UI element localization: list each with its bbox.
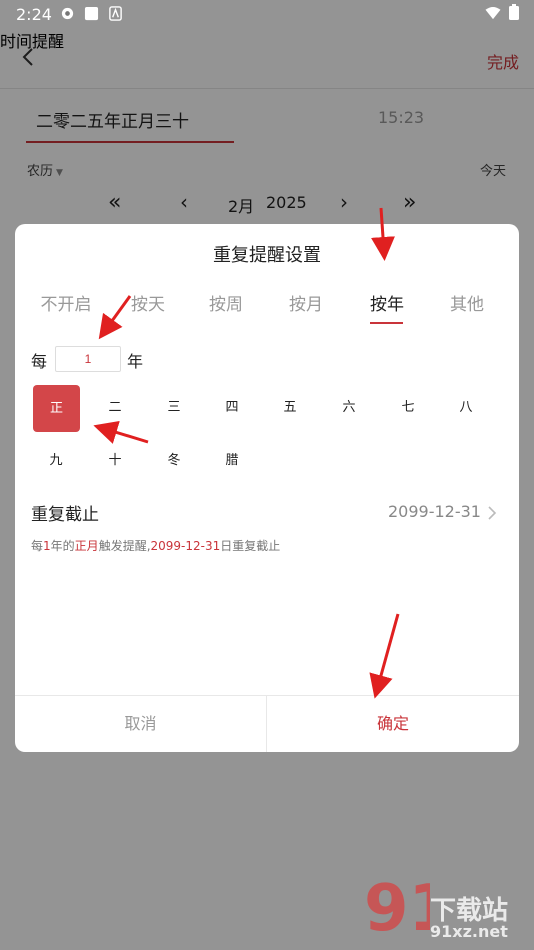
month-option-1[interactable]: 正: [33, 385, 80, 432]
status-time: 2:24: [16, 5, 52, 24]
tab-other[interactable]: 其他: [432, 290, 502, 315]
chevron-right-icon[interactable]: [485, 505, 499, 521]
status-bar: 2:24: [0, 0, 534, 28]
month-option-3[interactable]: 三: [152, 386, 196, 430]
month-option-12[interactable]: 腊: [210, 439, 254, 483]
repeat-reminder-dialog: 重复提醒设置 不开启 按天 按周 按月 按年 其他 每 1 年 正 二 三 四 …: [15, 224, 519, 752]
repeat-end-label[interactable]: 重复截止: [31, 500, 99, 525]
tab-off[interactable]: 不开启: [31, 290, 101, 315]
svg-text:91: 91: [364, 872, 430, 946]
font-notification-icon: [109, 6, 122, 21]
tab-yearly[interactable]: 按年: [352, 290, 422, 315]
summary-part: 每: [31, 539, 44, 553]
tab-daily[interactable]: 按天: [113, 290, 183, 315]
month-option-7[interactable]: 七: [386, 386, 430, 430]
repeat-summary: 每1年的正月触发提醒,2099-12-31日重复截止: [31, 537, 280, 554]
summary-part: 年的: [50, 539, 75, 553]
month-option-2[interactable]: 二: [93, 386, 137, 430]
month-option-8[interactable]: 八: [444, 386, 488, 430]
interval-input[interactable]: 1: [55, 346, 121, 372]
month-option-9[interactable]: 九: [34, 439, 78, 483]
month-option-11[interactable]: 冬: [152, 439, 196, 483]
month-option-5[interactable]: 五: [268, 386, 312, 430]
sync-icon: [61, 7, 74, 20]
summary-part: 日重复截止: [220, 539, 281, 553]
summary-part: 触发提醒,: [98, 539, 151, 553]
month-option-6[interactable]: 六: [327, 386, 371, 430]
dialog-footer: 取消 确定: [15, 695, 519, 752]
month-option-10[interactable]: 十: [93, 439, 137, 483]
active-tab-indicator: [370, 322, 403, 324]
summary-number: 1: [43, 539, 51, 553]
every-suffix: 年: [127, 352, 144, 371]
wifi-icon: [485, 6, 501, 20]
cancel-button[interactable]: 取消: [15, 696, 266, 752]
dialog-title: 重复提醒设置: [213, 245, 321, 266]
summary-month: 正月: [74, 539, 99, 553]
tab-monthly[interactable]: 按月: [271, 290, 341, 315]
repeat-end-date[interactable]: 2099-12-31: [388, 502, 481, 521]
app-notification-icon: [84, 6, 99, 21]
summary-date: 2099-12-31: [150, 539, 221, 553]
watermark-logo: 91: [364, 872, 430, 946]
watermark-url: 91xz.net: [430, 922, 508, 941]
every-prefix: 每: [31, 352, 48, 371]
battery-icon: [509, 4, 519, 20]
confirm-button[interactable]: 确定: [267, 696, 519, 752]
tab-weekly[interactable]: 按周: [191, 290, 261, 315]
month-option-4[interactable]: 四: [210, 386, 254, 430]
